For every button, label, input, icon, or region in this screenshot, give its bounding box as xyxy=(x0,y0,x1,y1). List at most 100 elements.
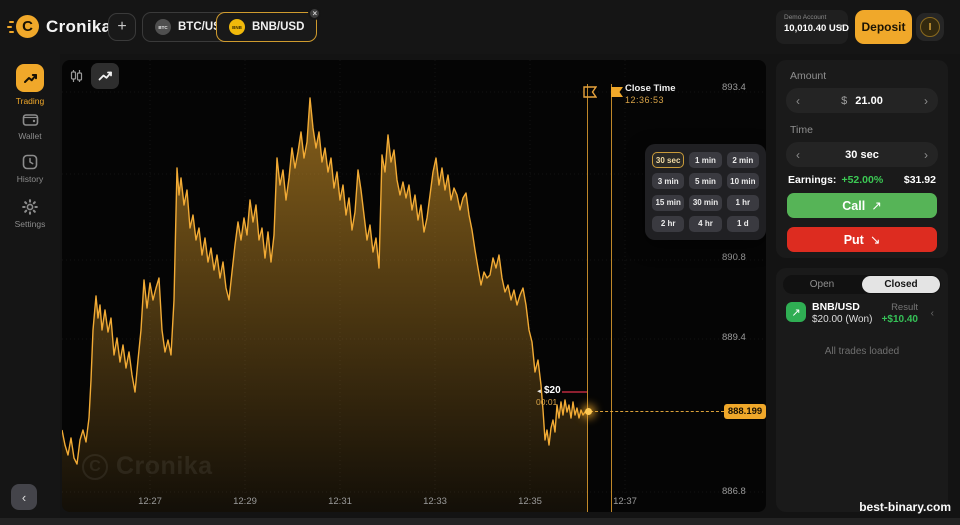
trading-chart-icon xyxy=(16,64,44,92)
time-option-1d[interactable]: 1 d xyxy=(727,216,759,232)
sidebar-collapse-button[interactable]: ‹ xyxy=(11,484,37,510)
deposit-button[interactable]: Deposit xyxy=(855,10,912,44)
trades-tabs: Open Closed xyxy=(783,275,941,294)
trades-loaded-message: All trades loaded xyxy=(776,346,948,357)
amount-decrease-button[interactable]: ‹ xyxy=(796,94,800,108)
time-option-15min[interactable]: 15 min xyxy=(652,195,684,211)
time-increase-button[interactable]: › xyxy=(924,148,928,162)
earnings-label: Earnings: xyxy=(788,174,836,186)
avatar[interactable]: I xyxy=(916,13,944,41)
chart-watermark: C Cronika xyxy=(82,452,213,481)
trades-panel: Open Closed ↗ BNB/USD $20.00 (Won) Resul… xyxy=(776,268,948,512)
call-label: Call xyxy=(842,199,865,213)
tab-bnbusd-label: BNB/USD xyxy=(252,21,304,33)
close-time-title: Close Time xyxy=(625,83,676,94)
plus-icon: + xyxy=(117,18,126,36)
trading-app: C Cronika + BTC BTC/USD BNB BNB/USD × De… xyxy=(0,0,960,525)
app-logo[interactable]: C Cronika xyxy=(16,15,111,38)
close-time-value: 12:36:53 xyxy=(625,95,676,105)
wallet-icon xyxy=(22,112,39,127)
sidebar: Trading Wallet History Settings ‹ xyxy=(0,54,60,525)
trade-marker-countdown: 00:01 xyxy=(536,397,561,407)
price-axis-label: 893.4 xyxy=(722,82,764,93)
time-label: Time xyxy=(790,124,813,136)
close-time-line xyxy=(611,84,612,512)
price-axis-label: 889.4 xyxy=(722,332,764,343)
time-axis-label: 12:35 xyxy=(510,496,550,507)
sidebar-item-trading[interactable]: Trading xyxy=(0,64,60,106)
time-option-2hr[interactable]: 2 hr xyxy=(652,216,684,232)
trade-panel: Amount ‹ $21.00 › Time ‹ 30 sec › Earnin… xyxy=(776,60,948,258)
trade-direction-icon: ↗ xyxy=(786,302,806,322)
entry-flag-icon xyxy=(583,86,597,98)
chevron-left-icon: ‹ xyxy=(22,490,26,505)
current-price-dot xyxy=(585,408,592,415)
bottom-strip xyxy=(0,518,960,525)
put-button[interactable]: Put↘ xyxy=(787,227,937,252)
time-option-10min[interactable]: 10 min xyxy=(727,173,759,189)
btc-coin-icon: BTC xyxy=(155,19,171,35)
avatar-initial: I xyxy=(920,17,940,37)
entry-price-line xyxy=(562,391,587,393)
arrow-up-right-icon: ↗ xyxy=(871,198,881,213)
amount-value[interactable]: 21.00 xyxy=(855,95,883,107)
trade-pair: BNB/USD xyxy=(812,301,860,313)
logo-icon: C xyxy=(16,15,39,38)
gear-icon xyxy=(22,199,38,215)
line-chart-icon xyxy=(98,70,113,82)
time-axis-label: 12:33 xyxy=(415,496,455,507)
chevron-left-icon: ‹ xyxy=(931,308,934,319)
time-option-2min[interactable]: 2 min xyxy=(727,152,759,168)
amount-stepper: ‹ $21.00 › xyxy=(786,88,938,113)
tab-bnbusd[interactable]: BNB BNB/USD × xyxy=(216,12,317,42)
price-area-fill xyxy=(62,98,588,512)
earnings-row: Earnings: +52.00% $31.92 xyxy=(788,174,936,186)
sidebar-item-history[interactable]: History xyxy=(0,154,60,184)
account-type-label: Demo Account xyxy=(784,14,840,21)
close-tab-icon[interactable]: × xyxy=(308,7,321,20)
entry-time-line xyxy=(587,84,588,512)
trade-marker: ◄$20 00:01 xyxy=(536,385,561,407)
price-axis-label: 890.8 xyxy=(722,252,764,263)
account-selector[interactable]: Demo Account 10,010.40 USD ▾ xyxy=(776,10,848,44)
tab-closed[interactable]: Closed xyxy=(862,276,940,293)
price-chart[interactable] xyxy=(62,60,766,512)
time-axis-label: 12:27 xyxy=(130,496,170,507)
time-option-1hr[interactable]: 1 hr xyxy=(727,195,759,211)
close-flag-icon xyxy=(610,86,624,98)
trade-stake: $20.00 (Won) xyxy=(812,314,872,325)
earnings-value: $31.92 xyxy=(904,174,936,186)
trade-result-label: Result xyxy=(891,302,918,313)
line-chart-type-button[interactable] xyxy=(91,63,119,89)
time-option-4hr[interactable]: 4 hr xyxy=(689,216,721,232)
tab-open[interactable]: Open xyxy=(783,275,861,294)
arrow-down-right-icon: ↘ xyxy=(870,232,880,247)
time-option-30sec[interactable]: 30 sec xyxy=(652,152,684,168)
time-option-30min[interactable]: 30 min xyxy=(689,195,721,211)
sidebar-item-settings[interactable]: Settings xyxy=(0,199,60,229)
earnings-percent: +52.00% xyxy=(841,174,883,186)
time-select-popup: 30 sec 1 min 2 min 3 min 5 min 10 min 15… xyxy=(645,144,766,240)
account-balance: 10,010.40 USD xyxy=(784,23,840,34)
sidebar-item-wallet[interactable]: Wallet xyxy=(0,112,60,141)
currency-symbol: $ xyxy=(841,95,847,107)
time-value[interactable]: 30 sec xyxy=(845,149,879,161)
sidebar-label-wallet: Wallet xyxy=(0,131,60,141)
time-option-5min[interactable]: 5 min xyxy=(689,173,721,189)
trade-result-value: +$10.40 xyxy=(882,314,918,325)
time-option-3min[interactable]: 3 min xyxy=(652,173,684,189)
time-option-1min[interactable]: 1 min xyxy=(689,152,721,168)
candlestick-icon[interactable] xyxy=(70,69,83,83)
history-clock-icon xyxy=(22,154,38,170)
amount-label: Amount xyxy=(790,70,826,82)
time-decrease-button[interactable]: ‹ xyxy=(796,148,800,162)
time-axis-label: 12:29 xyxy=(225,496,265,507)
amount-increase-button[interactable]: › xyxy=(924,94,928,108)
current-price-badge: 888.199 xyxy=(724,404,766,419)
sidebar-label-settings: Settings xyxy=(0,219,60,229)
call-button[interactable]: Call ↗ xyxy=(787,193,937,218)
time-axis-label: 12:31 xyxy=(320,496,360,507)
marker-triangle-icon: ◄ xyxy=(536,389,542,395)
add-tab-button[interactable]: + xyxy=(108,13,136,41)
watermark-text: Cronika xyxy=(116,452,213,481)
